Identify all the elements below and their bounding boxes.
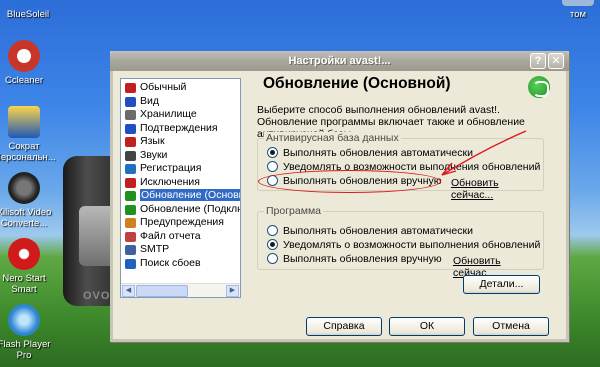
radio-label: Уведомлять о возможности выполнения обно…	[283, 239, 541, 251]
tree-item-icon	[125, 137, 136, 147]
group-label: Программа	[264, 205, 324, 217]
tree-item-icon	[125, 96, 136, 107]
desktop-icon-socrat[interactable]: Сократ Персональн...	[0, 106, 56, 163]
tree-item-label: SMTP	[140, 243, 170, 255]
desktop-icon-label: том	[569, 9, 587, 20]
tree-item-icon	[125, 83, 136, 93]
tree-item-label: Поиск сбоев	[140, 256, 201, 269]
tree-item[interactable]: Обновление (Подключение)	[123, 202, 240, 217]
page-title: Обновление (Основной)	[263, 75, 451, 92]
window-titlebar[interactable]: Настройки avast!... ? ✕	[110, 51, 569, 71]
player-logo: OVO	[83, 290, 111, 302]
radio-button[interactable]	[267, 225, 278, 236]
ccleaner-icon	[8, 40, 40, 72]
tree-item[interactable]: Поиск сбоев	[123, 256, 240, 271]
bluesoleil-icon	[12, 0, 44, 6]
av-update-now-link[interactable]: Обновить сейчас...	[451, 177, 543, 201]
help-button[interactable]: Справка	[306, 317, 382, 336]
tree-item[interactable]: Язык	[123, 135, 240, 149]
radio-label: Выполнять обновления автоматически	[283, 225, 473, 237]
tree-item[interactable]: Файл отчета	[123, 229, 240, 244]
titlebar-close-button[interactable]: ✕	[548, 53, 564, 69]
tree-item[interactable]: Обновление (Основной)	[123, 189, 240, 203]
ok-button[interactable]: ОК	[389, 317, 465, 336]
radio-label: Выполнять обновления вручную	[283, 253, 442, 265]
scroll-thumb[interactable]	[136, 285, 188, 297]
window-title: Настройки avast!...	[288, 55, 391, 67]
tree-item[interactable]: SMTP	[123, 243, 240, 257]
tree-item-label: Обновление (Основной)	[140, 189, 240, 201]
desktop-icon-label: BlueSoleil	[6, 9, 50, 20]
tree-item[interactable]: Подтверждения	[123, 121, 240, 136]
tree-item[interactable]: Предупреждения	[123, 216, 240, 230]
tree-item-icon	[125, 150, 136, 161]
scroll-right-icon[interactable]: ▶	[226, 285, 239, 297]
radio-prog-auto[interactable]: Выполнять обновления автоматически	[267, 225, 473, 238]
tree-item-icon	[125, 191, 136, 201]
desktop-icon-flash-player[interactable]: Flash Player Pro	[0, 304, 54, 361]
update-refresh-icon	[528, 76, 550, 98]
tree-item[interactable]: Регистрация	[123, 162, 240, 176]
tree-item[interactable]: Вид	[123, 94, 240, 109]
tree-item-label: Исключения	[140, 175, 200, 188]
tree-item-icon	[125, 231, 136, 242]
volume-icon	[562, 0, 594, 6]
tree-item[interactable]: Хранилище	[123, 108, 240, 122]
tree-item-icon	[125, 245, 136, 255]
radio-button[interactable]	[267, 147, 278, 158]
tree-item-icon	[125, 204, 136, 215]
desktop-icon-bluesoleil[interactable]: BlueSoleil	[0, 0, 58, 20]
tree-item[interactable]: Звуки	[123, 148, 240, 163]
tree-item-label: Регистрация	[140, 162, 202, 174]
radio-button[interactable]	[267, 161, 278, 172]
desktop-icon-label: Сократ Персональн...	[0, 141, 56, 163]
tree-item-label: Подтверждения	[140, 121, 218, 134]
tree-item-list: Обычный Вид Хранилище Подтверждения Язык Звук…	[123, 81, 240, 271]
group-label: Антивирусная база данных	[264, 132, 401, 144]
desktop-icon-xilisoft[interactable]: Xilisoft Video Converte...	[0, 172, 54, 229]
tree-item-label: Предупреждения	[140, 216, 224, 228]
tree-item[interactable]: Обычный	[123, 81, 240, 95]
tree-item-icon	[125, 123, 136, 134]
desktop-icon-label: Flash Player Pro	[0, 339, 51, 361]
radio-prog-notify[interactable]: Уведомлять о возможности выполнения обно…	[267, 239, 540, 252]
tree-item-label: Язык	[140, 135, 165, 147]
annotation-arrow-icon	[441, 130, 527, 176]
tree-item-label: Звуки	[140, 148, 168, 161]
tree-item-icon	[125, 164, 136, 174]
desktop-icon-ccleaner[interactable]: Ccleaner	[0, 40, 54, 86]
desktop-icon-nero[interactable]: Nero Start Smart	[0, 238, 54, 295]
xilisoft-icon	[8, 172, 40, 204]
flash-player-icon	[8, 304, 40, 336]
tree-item[interactable]: Исключения	[123, 175, 240, 190]
details-button[interactable]: Детали...	[463, 275, 540, 294]
radio-button[interactable]	[267, 253, 278, 264]
tree-item-label: Обычный	[140, 81, 187, 93]
tree-item-label: Обновление (Подключение)	[140, 202, 240, 215]
radio-prog-manual[interactable]: Выполнять обновления вручную	[267, 253, 442, 266]
tree-horizontal-scrollbar[interactable]: ◀ ▶	[121, 283, 240, 297]
cancel-button[interactable]: Отмена	[473, 317, 549, 336]
tree-item-icon	[125, 258, 136, 269]
settings-tree[interactable]: Обычный Вид Хранилище Подтверждения Язык Звук…	[120, 78, 241, 298]
tree-item-icon	[125, 218, 136, 228]
desktop-icon-label: Ccleaner	[4, 75, 44, 86]
scroll-left-icon[interactable]: ◀	[122, 285, 135, 297]
desktop-icon-label: Xilisoft Video Converte...	[0, 207, 52, 229]
tree-item-icon	[125, 110, 136, 120]
tree-item-icon	[125, 177, 136, 188]
radio-button[interactable]	[267, 239, 278, 250]
tree-item-label: Файл отчета	[140, 229, 201, 242]
settings-window: Настройки avast!... ? ✕ Обычный Вид Хранил…	[110, 51, 569, 342]
program-group: Программа Выполнять обновления автоматич…	[257, 205, 544, 279]
nero-icon	[8, 238, 40, 270]
annotation-ellipse	[258, 170, 441, 193]
desktop-icon-label: Nero Start Smart	[2, 273, 46, 295]
socrat-icon	[8, 106, 40, 138]
titlebar-help-button[interactable]: ?	[530, 53, 546, 69]
desktop-icon-volume[interactable]: том	[548, 0, 600, 20]
tree-item-label: Вид	[140, 94, 159, 107]
tree-item-label: Хранилище	[140, 108, 197, 120]
